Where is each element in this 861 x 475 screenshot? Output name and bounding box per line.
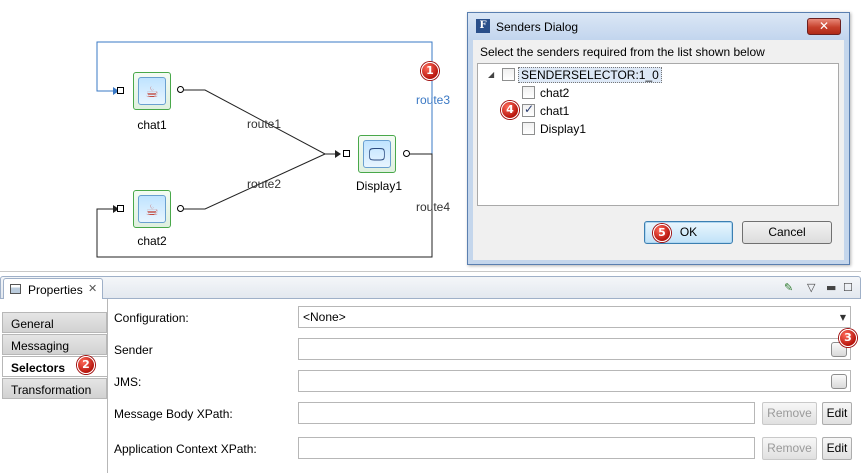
tree-item-chat1[interactable]: ✓ chat1 [522,102,642,119]
sender-label: Sender [114,343,153,357]
checkmark-icon: ✓ [524,102,535,116]
message-body-edit-button[interactable]: Edit [822,402,852,425]
message-body-xpath-field[interactable] [298,402,755,424]
display1-in-arrow [335,150,341,158]
route1-label[interactable]: route1 [247,117,281,131]
java-chat-icon: ☕ [138,77,166,105]
configuration-combo[interactable]: <None> ▼ [298,306,851,328]
chat1-node[interactable]: ☕ [133,72,171,110]
close-button[interactable]: ✕ [807,18,841,35]
tree-root-checkbox[interactable] [502,68,515,81]
step-badge-2: 2 [77,356,95,374]
java-chat-icon: ☕ [138,195,166,223]
properties-tab-label: Properties [28,283,83,297]
view-menu-icon[interactable]: ▽ [807,281,815,294]
message-body-xpath-label: Message Body XPath: [114,407,233,421]
app-context-edit-button[interactable]: Edit [822,437,852,460]
chat1-in-port[interactable] [117,87,124,94]
display1-node[interactable]: 🖵 [358,135,396,173]
monitor-icon: 🖵 [363,140,391,168]
dialog-title: Senders Dialog [496,20,579,34]
properties-icon [10,284,21,294]
jms-label: JMS: [114,375,142,389]
step-badge-3: 3 [839,329,857,347]
display1-out-port[interactable] [403,150,410,157]
selectors-panel: Configuration: <None> ▼ Sender 3 JMS: Me… [107,299,859,473]
jms-browse-button[interactable] [831,374,847,389]
minimize-icon[interactable]: ▬ [826,281,836,294]
dialog-titlebar[interactable]: F Senders Dialog ✕ [468,13,849,40]
tree-item-label: Display1 [540,122,587,136]
chat2-checkbox[interactable] [522,86,535,99]
tree-root-row[interactable]: ◢ SENDERSELECTOR:1_0 [478,67,678,83]
tab-messaging[interactable]: Messaging [2,334,107,355]
tree-item-display1[interactable]: Display1 [522,121,642,137]
display1-in-port[interactable] [343,150,350,157]
configuration-value: <None> [303,310,346,324]
route3-label[interactable]: route3 [416,93,450,107]
properties-sidebar: General Messaging Selectors Transformati… [2,309,107,475]
close-icon[interactable]: ✕ [88,282,97,295]
route4-label[interactable]: route4 [416,200,450,214]
chevron-down-icon[interactable]: ▼ [840,313,846,322]
tree-root-label[interactable]: SENDERSELECTOR:1_0 [518,67,662,83]
dialog-prompt: Select the senders required from the lis… [480,45,765,59]
tab-general[interactable]: General [2,312,107,333]
chat1-out-port[interactable] [177,86,184,93]
dialog-body: Select the senders required from the lis… [473,40,844,260]
app-context-remove-button[interactable]: Remove [762,437,817,460]
chat1-label: chat1 [137,118,167,132]
senders-tree: ◢ SENDERSELECTOR:1_0 chat2 ✓ chat1 Displ… [477,63,839,206]
chat2-label: chat2 [137,234,167,248]
chat2-in-port[interactable] [117,205,124,212]
route2-label[interactable]: route2 [247,177,281,191]
maximize-icon[interactable]: ☐ [843,281,853,294]
step-badge-5: 5 [653,224,671,242]
app-context-xpath-label: Application Context XPath: [114,442,257,456]
display1-checkbox[interactable] [522,122,535,135]
app-context-xpath-field[interactable] [298,437,755,459]
step-badge-1: 1 [421,62,439,80]
app-icon: F [476,19,490,33]
senders-dialog: F Senders Dialog ✕ Select the senders re… [467,12,850,265]
configuration-label: Configuration: [114,311,189,325]
chat2-out-port[interactable] [177,205,184,212]
tree-item-label: chat2 [540,86,570,100]
expand-triangle-icon[interactable]: ◢ [488,70,494,79]
tab-transformation[interactable]: Transformation [2,378,107,399]
chat1-checkbox[interactable]: ✓ [522,102,535,117]
properties-tab[interactable]: Properties ✕ [3,278,103,299]
display1-label: Display1 [355,179,403,193]
tree-item-label: chat1 [540,104,570,118]
properties-view: Properties ✕ ✎ ▽ ▬ ☐ General Messaging S… [0,276,861,475]
sender-field[interactable] [298,338,851,360]
tree-item-chat2[interactable]: chat2 [522,85,642,101]
cancel-button[interactable]: Cancel [742,221,832,244]
message-body-remove-button[interactable]: Remove [762,402,817,425]
properties-tabbar: Properties ✕ ✎ ▽ ▬ ☐ [0,276,861,299]
pin-icon[interactable]: ✎ [784,281,793,294]
jms-field[interactable] [298,370,851,392]
step-badge-4: 4 [501,101,519,119]
chat2-node[interactable]: ☕ [133,190,171,228]
